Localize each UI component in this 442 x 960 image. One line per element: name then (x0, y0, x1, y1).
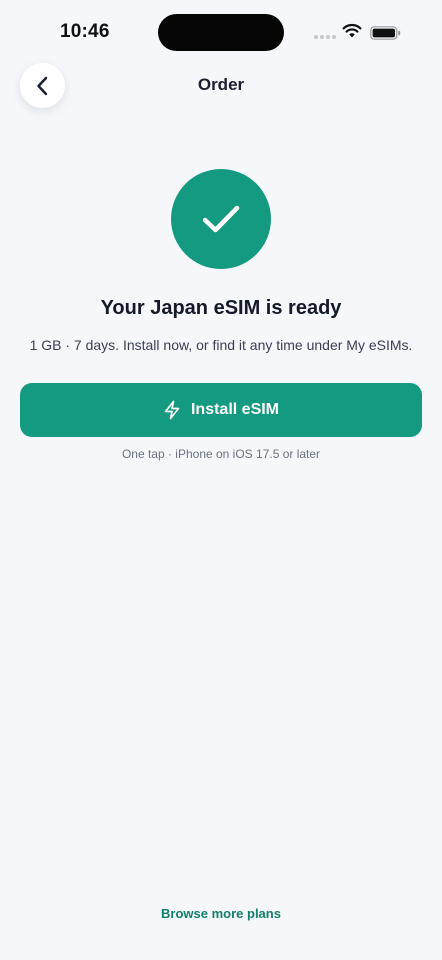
lightning-icon (164, 400, 180, 420)
status-bar: 10:46 (0, 0, 442, 62)
status-time: 10:46 (60, 21, 110, 42)
battery-icon (370, 26, 401, 40)
install-note: One tap · iPhone on iOS 17.5 or later (121, 447, 321, 461)
cellular-signal-icon (314, 35, 336, 40)
browse-more-plans-link[interactable]: Browse more plans (0, 906, 442, 921)
dynamic-island (158, 14, 284, 51)
page-title: Order (197, 75, 245, 94)
install-esim-button[interactable]: Install eSIM (20, 383, 422, 437)
confirmation-headline: Your Japan eSIM is ready (100, 297, 342, 319)
install-button-label: Install eSIM (190, 401, 280, 418)
success-badge (171, 169, 271, 269)
wifi-icon (342, 23, 362, 38)
checkmark-icon (202, 205, 240, 233)
confirmation-subtext: 1 GB · 7 days. Install now, or find it a… (29, 337, 413, 353)
